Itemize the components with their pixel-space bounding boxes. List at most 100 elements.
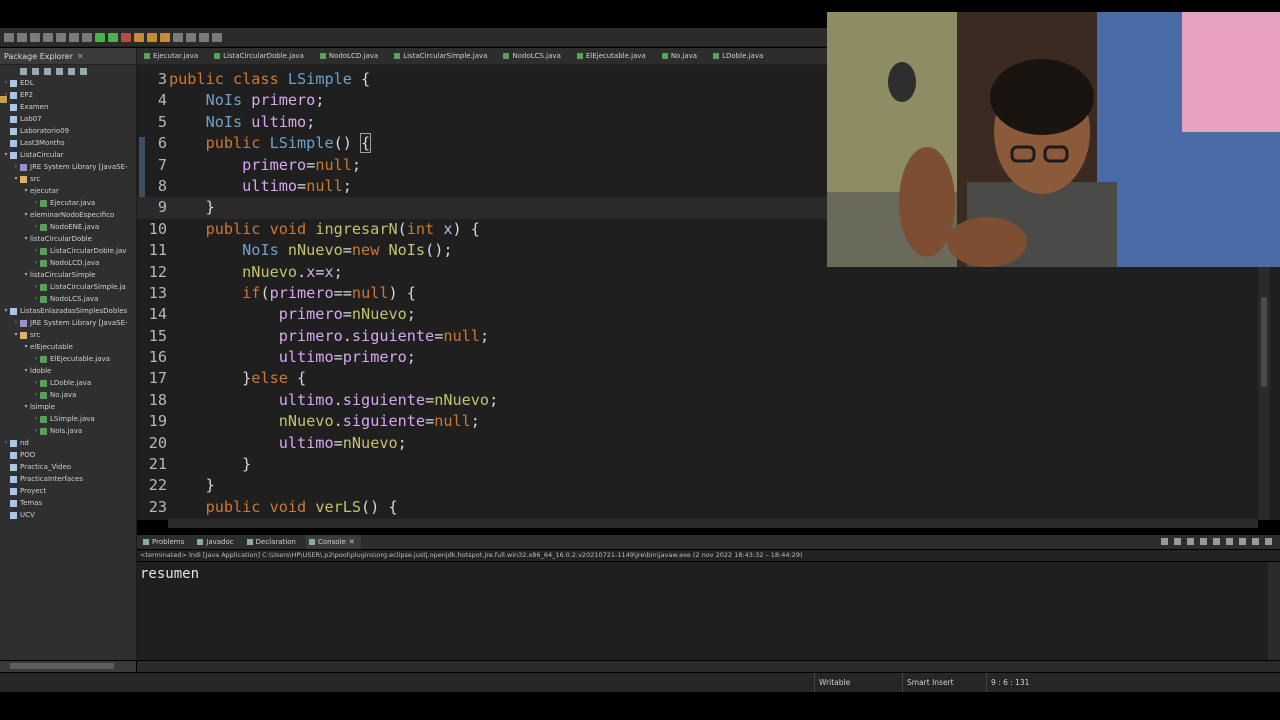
debug-icon[interactable]	[82, 32, 92, 42]
collapsed-chevron-icon[interactable]: ›	[32, 377, 40, 389]
code-line[interactable]: 10 public void ingresarN(int x) {	[137, 219, 827, 240]
tree-item[interactable]: › NodoLCD.java	[0, 257, 136, 269]
editor-tab[interactable]: No.java	[655, 52, 706, 60]
expanded-chevron-icon[interactable]: ▾	[22, 341, 30, 353]
tree-item[interactable]: › nd	[0, 437, 136, 449]
code-line[interactable]: 9 }	[137, 197, 827, 219]
code-line[interactable]: 17 }else {	[137, 368, 827, 389]
remove-launch-icon[interactable]	[1174, 538, 1181, 545]
code-line[interactable]: 3 public class LSimple {	[137, 69, 827, 90]
tree-item[interactable]: ▾ ldoble	[0, 96, 136, 377]
tree-item[interactable]: Temas	[0, 497, 136, 509]
scroll-lock-icon[interactable]	[1200, 538, 1207, 545]
editor-tab[interactable]: LDoble.java	[706, 52, 772, 60]
tree-item[interactable]: ▾ lsimple	[0, 96, 136, 413]
forward-icon[interactable]	[32, 67, 39, 75]
tree-item[interactable]: › LSimple.java	[0, 413, 136, 425]
tree-item[interactable]: › Ejecutar.java	[0, 197, 136, 209]
tree-item[interactable]: ▾ ListasEnlazadasSimplesDobles	[0, 305, 136, 317]
collapsed-chevron-icon[interactable]: ›	[32, 281, 40, 293]
tree-item[interactable]: ▾ eleminarNodoEspecifico	[0, 96, 136, 221]
tree-item[interactable]: ▾ ejecutar	[0, 96, 136, 197]
tree-item[interactable]: › ListaCircularSimple.ja	[0, 281, 136, 293]
code-line[interactable]: 21 }	[137, 454, 827, 475]
code-line[interactable]: 7 primero=null;	[137, 155, 827, 176]
new-package-icon[interactable]	[147, 32, 157, 42]
terminal-icon[interactable]	[56, 32, 66, 42]
search-icon[interactable]	[186, 32, 196, 42]
save-icon[interactable]	[17, 32, 27, 42]
code-line[interactable]: 13 if(primero==null) {	[137, 283, 827, 304]
build-icon[interactable]	[69, 32, 79, 42]
console-horizontal-scrollbar[interactable]	[137, 661, 1280, 672]
collapsed-chevron-icon[interactable]: ›	[32, 245, 40, 257]
external-tools-icon[interactable]	[121, 32, 131, 42]
tree-item[interactable]: Last3Months	[0, 137, 136, 149]
tree-item[interactable]: › ListaCircularDoble.jav	[0, 245, 136, 257]
link-editor-icon[interactable]	[56, 67, 63, 75]
collapsed-chevron-icon[interactable]: ›	[32, 353, 40, 365]
tree-item[interactable]: ▾ listaCircularDoble	[0, 96, 136, 245]
tree-item[interactable]: › NoIs.java	[0, 425, 136, 437]
code-line[interactable]: 6 public LSimple() {	[137, 133, 827, 154]
editor-tab[interactable]: ListaCircularDoble.java	[207, 52, 313, 60]
tree-item[interactable]: › JRE System Library [JavaSE-	[0, 161, 136, 173]
tab-declaration[interactable]: Declaration	[244, 535, 302, 549]
scrollbar-thumb[interactable]	[10, 663, 114, 669]
back-icon[interactable]	[20, 67, 27, 75]
code-line[interactable]: 4 NoIs primero;	[137, 90, 827, 111]
tree-item[interactable]: › No.java	[0, 389, 136, 401]
code-line[interactable]: 18 ultimo.siguiente=nNuevo;	[137, 390, 827, 411]
maximize-icon[interactable]	[1265, 538, 1272, 545]
tree-item[interactable]: › EDL	[0, 77, 136, 89]
terminate-icon[interactable]	[1161, 538, 1168, 545]
tree-item[interactable]: Examen	[0, 101, 136, 113]
collapsed-chevron-icon[interactable]: ›	[32, 413, 40, 425]
new-java-project-icon[interactable]	[134, 32, 144, 42]
open-type-icon[interactable]	[173, 32, 183, 42]
console-output-area[interactable]: resumen	[137, 562, 1270, 660]
collapsed-chevron-icon[interactable]: ›	[32, 389, 40, 401]
collapsed-chevron-icon[interactable]: ›	[32, 197, 40, 209]
tree-item[interactable]: ▾ ListaCircular	[0, 149, 136, 161]
expanded-chevron-icon[interactable]: ▾	[12, 329, 20, 341]
clear-console-icon[interactable]	[1187, 538, 1194, 545]
code-line[interactable]: 11 NoIs nNuevo=new NoIs();	[137, 240, 827, 261]
code-line[interactable]: 5 NoIs ultimo;	[137, 112, 827, 133]
expanded-chevron-icon[interactable]: ▾	[22, 233, 30, 245]
tree-item[interactable]: ▾ elEjecutable	[0, 96, 136, 353]
collapsed-chevron-icon[interactable]: ›	[32, 257, 40, 269]
collapsed-chevron-icon[interactable]: ›	[2, 437, 10, 449]
save-all-icon[interactable]	[30, 32, 40, 42]
collapsed-chevron-icon[interactable]: ›	[12, 161, 20, 173]
tree-item[interactable]: PracticaInterfaces	[0, 473, 136, 485]
expanded-chevron-icon[interactable]: ▾	[2, 149, 10, 161]
tab-javadoc[interactable]: Javadoc	[194, 535, 239, 549]
minimize-icon[interactable]	[1252, 538, 1259, 545]
tree-item[interactable]: ▾ src	[0, 173, 136, 185]
tree-item[interactable]: Laboratorio09	[0, 125, 136, 137]
code-line[interactable]: 23 public void verLS() {	[137, 497, 827, 518]
status-insert-mode[interactable]: Smart Insert	[902, 673, 987, 692]
package-explorer-tab[interactable]: Package Explorer ✕	[0, 48, 136, 65]
tree-item[interactable]: › JRE System Library [JavaSE-	[0, 317, 136, 329]
collapsed-chevron-icon[interactable]: ›	[32, 425, 40, 437]
editor-tab[interactable]: ElEjecutable.java	[570, 52, 655, 60]
filter-icon[interactable]	[68, 67, 75, 75]
editor-tab[interactable]: NodoLCS.java	[496, 52, 569, 60]
run-icon[interactable]	[95, 32, 105, 42]
tree-item[interactable]: UCV	[0, 509, 136, 521]
code-line[interactable]: 16 ultimo=primero;	[137, 347, 827, 368]
coverage-icon[interactable]	[108, 32, 118, 42]
display-console-icon[interactable]	[1226, 538, 1233, 545]
code-line[interactable]: 14 primero=nNuevo;	[137, 304, 827, 325]
tree-item[interactable]: › NodoENE.java	[0, 221, 136, 233]
open-console-icon[interactable]	[1239, 538, 1246, 545]
editor-tab[interactable]: NodoLCD.java	[313, 52, 387, 60]
code-line[interactable]: 20 ultimo=nNuevo;	[137, 433, 827, 454]
editor-horizontal-scrollbar[interactable]	[168, 519, 1258, 528]
editor-tab[interactable]: ListaCircularSimple.java	[387, 52, 496, 60]
expanded-chevron-icon[interactable]: ▾	[2, 305, 10, 317]
back-icon[interactable]	[199, 32, 209, 42]
collapsed-chevron-icon[interactable]: ›	[2, 77, 10, 89]
